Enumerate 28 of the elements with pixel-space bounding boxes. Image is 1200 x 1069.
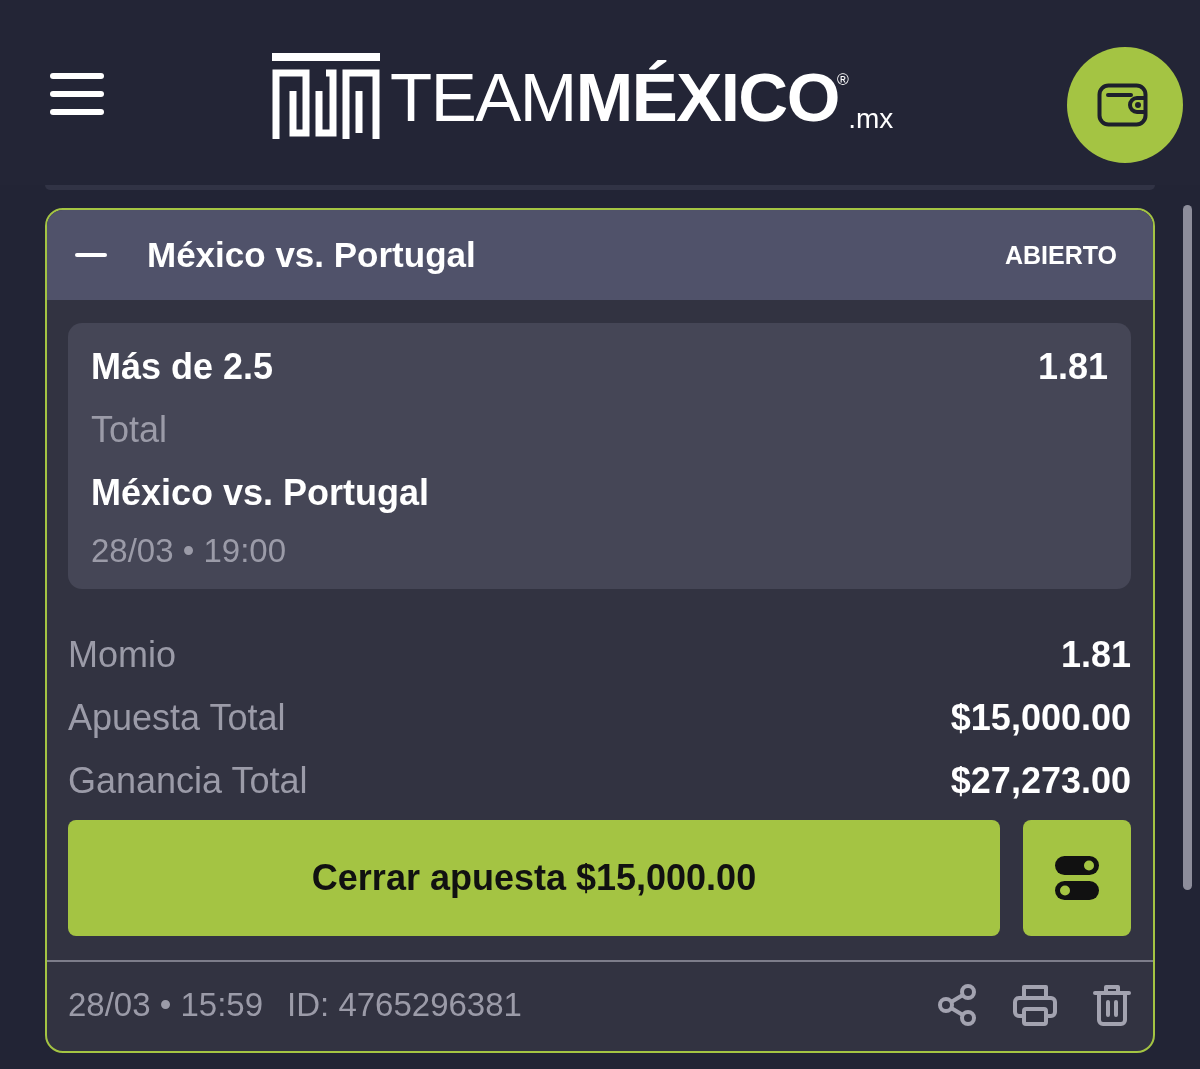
trash-icon[interactable] (1093, 984, 1131, 1026)
summary-value: 1.81 (1060, 633, 1131, 676)
bet-status: ABIERTO (1004, 240, 1117, 270)
logo-mark-icon (272, 52, 380, 139)
toggles-icon (1055, 856, 1099, 900)
placed-datetime: 28/03 • 15:59 (68, 986, 264, 1024)
print-icon[interactable] (1013, 984, 1057, 1026)
market-name: Más de 2.5 (91, 345, 274, 388)
summary-value: $27,273.00 (950, 759, 1131, 802)
share-icon[interactable] (937, 984, 977, 1026)
market-type: Total (91, 408, 168, 451)
event-datetime: 28/03 • 19:00 (91, 532, 287, 570)
summary-label: Ganancia Total (68, 759, 308, 802)
summary-label: Apuesta Total (68, 696, 286, 739)
bet-id: ID: 4765296381 (287, 986, 522, 1024)
bet-card-header[interactable]: México vs. Portugal ABIERTO (47, 210, 1153, 300)
minus-icon (75, 253, 107, 257)
summary-label: Momio (68, 633, 177, 676)
match-title: México vs. Portugal (147, 235, 476, 275)
selection-odds: 1.81 (1037, 345, 1108, 388)
logo-wordmark: TEAMMÉXICO$^{®}$ (390, 57, 848, 133)
scrollbar[interactable] (1183, 205, 1192, 890)
cashout-button[interactable]: Cerrar apuesta $15,000.00 (68, 820, 1000, 936)
summary-value: $15,000.00 (950, 696, 1131, 739)
menu-icon[interactable] (50, 72, 104, 115)
logo-domain: .mx (848, 104, 894, 133)
options-button[interactable] (1023, 820, 1131, 936)
event-name: México vs. Portugal (91, 471, 430, 514)
